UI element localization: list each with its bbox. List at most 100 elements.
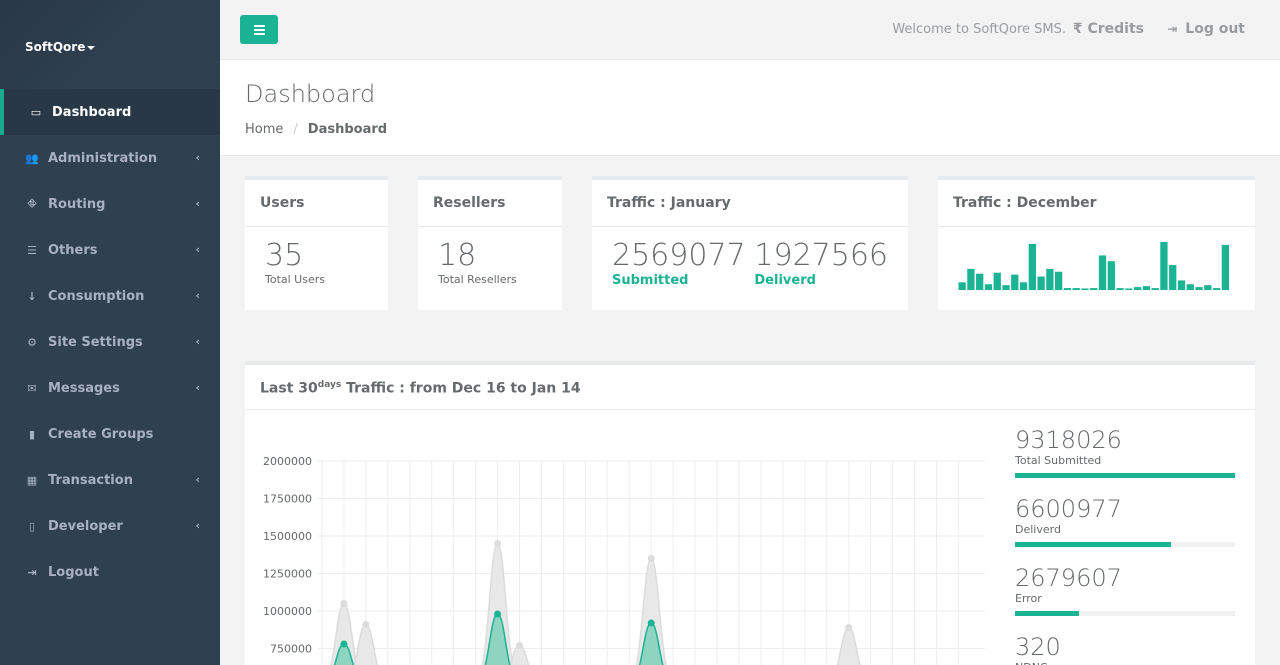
december-bar — [1090, 288, 1098, 290]
series-point[interactable] — [494, 610, 502, 618]
series-point[interactable] — [340, 640, 348, 648]
sidebar-item-label: Transaction — [48, 472, 133, 488]
panel-title-prefix: Last 30 — [260, 380, 318, 397]
progress-fill — [1015, 473, 1235, 478]
file-code-icon: ▯ — [28, 519, 36, 533]
series-point[interactable] — [647, 555, 655, 562]
sidebar-item-site-settings[interactable]: ⚙ Site Settings ‹ — [0, 319, 220, 365]
sidebar-item-administration[interactable]: 👥 Administration ‹ — [0, 135, 220, 181]
sidebar-item-routing[interactable]: ⛗ Routing ‹ — [0, 181, 220, 227]
december-bar — [1142, 286, 1151, 290]
sidebar-item-label: Others — [48, 242, 98, 258]
chevron-left-icon: ‹ — [195, 151, 200, 164]
series-area-peak — [638, 622, 664, 665]
users-title: Users — [245, 180, 388, 227]
panel-title-suffix: Traffic : from Dec 16 to Jan 14 — [346, 380, 581, 397]
total-stat-error: 2679607 Error — [1015, 565, 1235, 616]
series-1 — [333, 610, 664, 665]
sidebar-item-others[interactable]: ☰ Others ‹ — [0, 227, 220, 273]
chevron-left-icon: ‹ — [195, 335, 200, 348]
sidebar-item-label: Logout — [48, 564, 99, 580]
logout-link[interactable]: ⇥ Log out — [1167, 21, 1245, 37]
road-icon: ⛗ — [27, 197, 37, 210]
sidebar-item-messages[interactable]: ✉ Messages ‹ — [0, 365, 220, 411]
december-bar — [1028, 243, 1036, 290]
breadcrumb-home[interactable]: Home — [245, 122, 283, 137]
menu-toggle-button[interactable] — [240, 15, 278, 44]
december-bar — [1125, 288, 1133, 290]
progress-bar — [1015, 611, 1235, 616]
december-bar — [1169, 265, 1177, 290]
total-stat-label: Error — [1015, 592, 1042, 605]
december-bar — [1221, 244, 1229, 290]
december-bar — [993, 272, 1001, 290]
series-point[interactable] — [845, 624, 853, 631]
progress-fill — [1015, 542, 1171, 547]
y-tick-label: 750000 — [270, 643, 312, 656]
calculator-icon: ▦ — [26, 473, 38, 487]
chevron-left-icon: ‹ — [195, 519, 200, 532]
december-bar — [1195, 287, 1203, 290]
progress-bar — [1015, 473, 1235, 478]
total-stat-label: Deliverd — [1015, 523, 1061, 536]
list-icon: ☰ — [27, 243, 37, 257]
y-tick-label: 1250000 — [263, 568, 312, 581]
submitted-label: Submitted — [612, 273, 689, 288]
december-bar — [1186, 284, 1194, 290]
envelope-icon: ✉ — [27, 381, 37, 395]
series-point[interactable] — [340, 600, 348, 607]
sidebar-item-transaction[interactable]: ▦ Transaction ‹ — [0, 457, 220, 503]
y-tick-label: 2000000 — [263, 455, 312, 468]
users-label: Total Users — [265, 273, 325, 286]
resellers-count: 18 — [438, 238, 477, 273]
series-point[interactable] — [362, 621, 370, 628]
december-bar — [1107, 261, 1115, 290]
december-bar — [958, 282, 966, 290]
sidebar-item-create-groups[interactable]: ▮ Create Groups — [0, 411, 220, 457]
total-stat-label: Total Submitted — [1015, 454, 1102, 467]
series-point[interactable] — [647, 619, 655, 627]
december-bar — [1177, 280, 1186, 290]
sign-out-icon: ⇥ — [27, 565, 37, 579]
sidebar-item-developer[interactable]: ▯ Developer ‹ — [0, 503, 220, 549]
december-bar — [1019, 282, 1028, 290]
brand-name: SoftQore — [25, 40, 86, 54]
december-bar — [976, 273, 984, 290]
december-bar — [1160, 242, 1168, 290]
december-bar — [1011, 274, 1019, 290]
december-bar — [1116, 288, 1124, 290]
december-bar — [1098, 255, 1107, 290]
breadcrumb-separator: / — [293, 122, 298, 137]
hamburger-icon-line — [253, 28, 265, 31]
chevron-left-icon: ‹ — [195, 473, 200, 486]
sidebar-item-label: Create Groups — [48, 426, 154, 442]
hamburger-icon — [253, 24, 265, 27]
sidebar-item-consumption[interactable]: ↓ Consumption ‹ — [0, 273, 220, 319]
book-icon: ▮ — [28, 427, 36, 441]
delivered-label: Deliverd — [754, 273, 816, 288]
series-area-peak — [836, 626, 861, 665]
top-navbar: Welcome to SoftQore SMS. ₹ Credits ⇥ Log … — [220, 0, 1280, 60]
december-bar — [967, 268, 975, 290]
sidebar-item-label: Developer — [48, 518, 123, 534]
delivered-count: 1927566 — [754, 238, 888, 273]
sign-out-icon: ⇥ — [1167, 22, 1178, 36]
traffic-area-chart: 2000000 1750000 1500000 1250000 1000000 75000… — [263, 455, 985, 665]
sidebar-item-label: Consumption — [48, 288, 145, 304]
sidebar-item-dashboard[interactable]: ▭ Dashboard — [0, 89, 220, 135]
welcome-message: Welcome to SoftQore SMS. — [892, 22, 1066, 37]
logout-label: Log out — [1185, 21, 1245, 37]
sidebar-item-logout[interactable]: ⇥ Logout — [0, 549, 220, 595]
credits-link[interactable]: ₹ Credits — [1073, 21, 1144, 37]
breadcrumb-current: Dashboard — [307, 122, 388, 137]
page-heading: Dashboard Home / Dashboard — [220, 60, 1280, 156]
total-stat-value: 6600977 — [1015, 495, 1122, 523]
series-point[interactable] — [516, 642, 524, 649]
chevron-left-icon: ‹ — [195, 289, 200, 302]
sidebar-item-label: Dashboard — [52, 104, 132, 120]
december-bar — [1072, 288, 1080, 290]
users-count: 35 — [265, 238, 304, 273]
december-bar — [1002, 285, 1010, 290]
brand-dropdown[interactable]: SoftQore — [0, 0, 220, 89]
series-point[interactable] — [494, 540, 502, 547]
